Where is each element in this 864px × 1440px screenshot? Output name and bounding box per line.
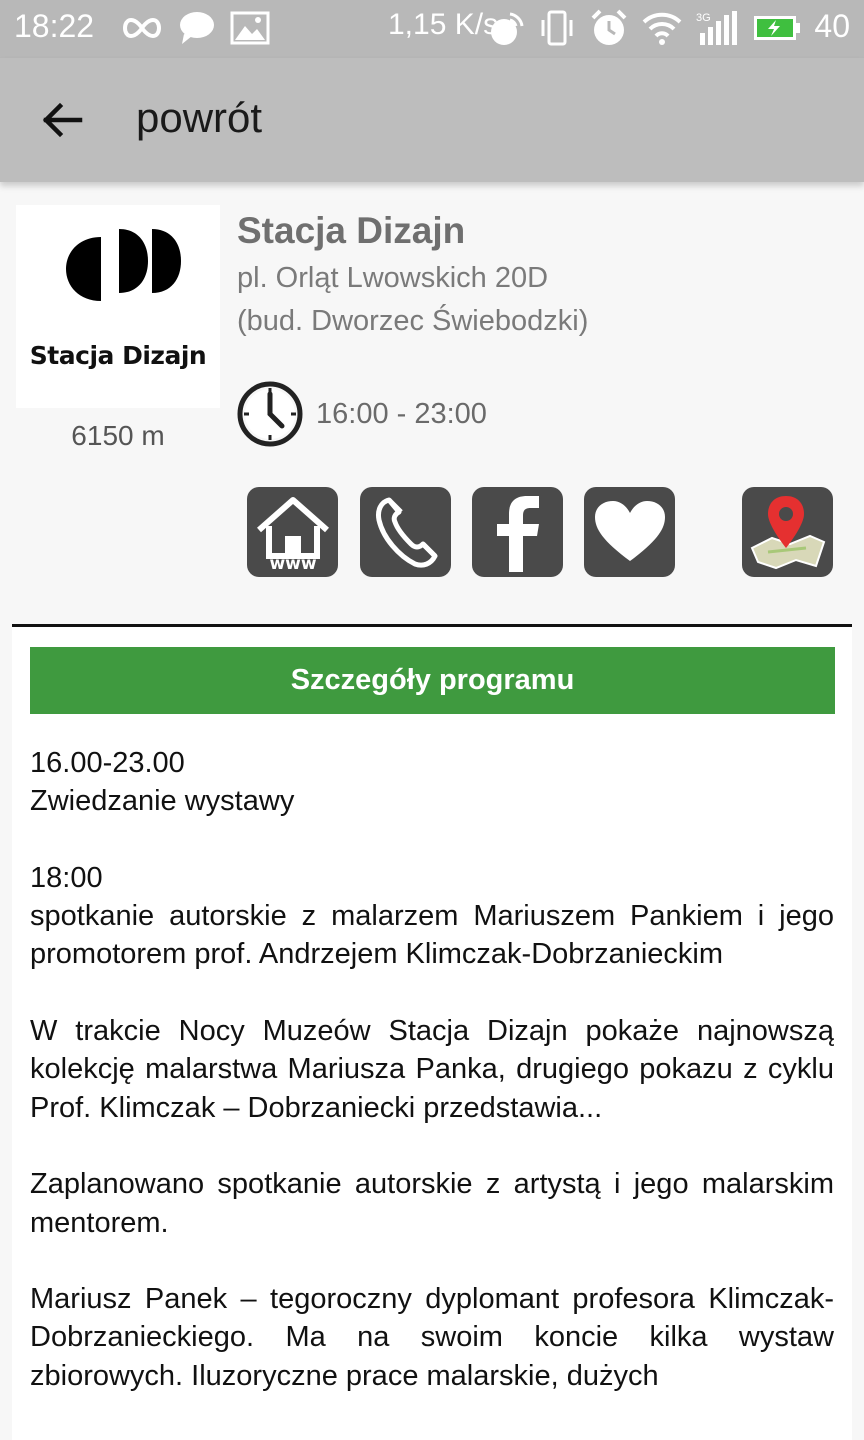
phone-icon	[375, 497, 437, 568]
svg-text:3G: 3G	[696, 12, 711, 24]
program-time-1: 16.00-23.00	[30, 747, 185, 779]
program-paragraph-1: W trakcie Nocy Muzeów Stacja Dizajn poka…	[30, 1015, 834, 1124]
map-button[interactable]	[742, 487, 833, 577]
program-description: 16.00-23.00 Zwiedzanie wystawy 18:00 spo…	[30, 744, 834, 1433]
map-pin-icon	[750, 496, 825, 570]
back-button-label[interactable]: powrót	[136, 94, 262, 142]
venue-name: Stacja Dizajn	[237, 210, 466, 251]
program-paragraph-2: Zaplanowano spotkanie autorskie z artyst…	[30, 1168, 834, 1239]
clock-icon	[237, 381, 303, 447]
program-event-2: spotkanie autorskie z malarzem Mariuszem…	[30, 900, 834, 971]
alarm-icon	[591, 9, 627, 45]
facebook-icon	[496, 496, 539, 572]
logo-text: Stacja Dizajn	[29, 341, 207, 370]
venue-logo: Stacja Dizajn	[16, 205, 220, 408]
hotspot-icon	[491, 12, 524, 45]
www-label: www	[269, 554, 316, 572]
signal-3g-icon: 3G	[696, 11, 737, 45]
program-details-header[interactable]: Szczegóły programu	[30, 647, 835, 714]
back-arrow-icon[interactable]	[38, 96, 86, 144]
heart-icon	[594, 501, 665, 561]
chat-bubble-icon	[180, 12, 214, 44]
program-paragraph-3: Mariusz Panek – tegoroczny dyplomant pro…	[30, 1283, 834, 1392]
program-time-2: 18:00	[30, 861, 103, 894]
network-speed: 1,15 K/s	[388, 8, 499, 41]
wifi-icon	[642, 12, 682, 45]
distance-label: 6150 m	[71, 420, 165, 451]
opening-hours: 16:00 - 23:00	[316, 398, 487, 430]
favorite-button[interactable]	[584, 487, 675, 577]
image-icon	[230, 11, 270, 45]
battery-charging-icon	[754, 16, 800, 40]
status-time: 18:22	[14, 8, 95, 44]
phone-button[interactable]	[360, 487, 451, 577]
program-event-1: Zwiedzanie wystawy	[30, 785, 295, 818]
infinity-icon	[123, 17, 161, 39]
facebook-button[interactable]	[472, 487, 563, 577]
logo-mark-icon	[66, 229, 181, 301]
app-bar: powrót	[0, 58, 864, 182]
address-line-2: (bud. Dworzec Świebodzki)	[237, 305, 589, 337]
vibrate-icon	[541, 10, 573, 46]
www-home-icon: www	[256, 497, 329, 572]
website-button[interactable]: www	[247, 487, 338, 577]
status-bar: 18:22 1,15 K/s 3G 40	[0, 0, 864, 58]
address-line-1: pl. Orląt Lwowskich 20D	[237, 262, 549, 294]
battery-level: 40	[814, 8, 850, 44]
